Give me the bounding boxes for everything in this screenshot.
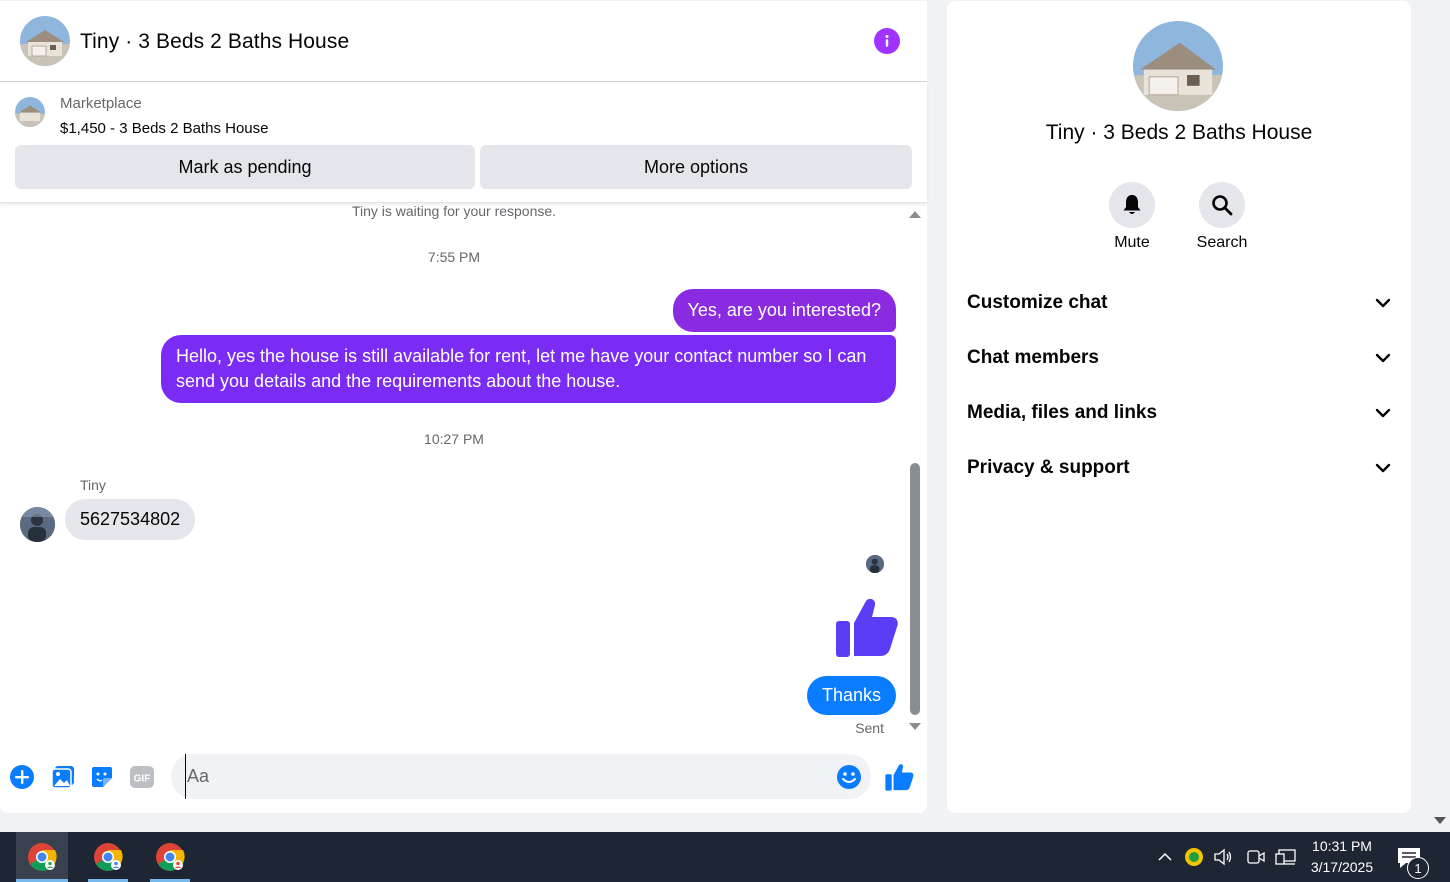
chevron-down-icon [1375, 463, 1391, 473]
section-media-files-links[interactable]: Media, files and links [957, 388, 1401, 438]
photo-icon[interactable] [50, 764, 76, 790]
sender-avatar[interactable] [20, 507, 55, 542]
taskbar-chrome-profile-2[interactable] [82, 832, 134, 882]
message-composer: GIF [0, 743, 927, 813]
details-title: Tiny · 3 Beds 2 Baths House [1045, 121, 1313, 144]
chevron-down-icon [1375, 353, 1391, 363]
seen-indicator-avatar [866, 555, 884, 573]
section-label: Chat members [967, 347, 1099, 368]
marketplace-bar: Marketplace $1,450 - 3 Beds 2 Baths Hous… [0, 83, 927, 203]
windows-taskbar: 10:31 PM 3/17/2025 1 [0, 832, 1450, 882]
listing-avatar[interactable] [20, 16, 70, 66]
section-chat-members[interactable]: Chat members [957, 333, 1401, 383]
mute-label: Mute [1114, 234, 1150, 251]
plus-icon[interactable] [9, 764, 35, 790]
mark-as-pending-button[interactable]: Mark as pending [15, 145, 475, 189]
outgoing-message[interactable]: Hello, yes the house is still available … [161, 335, 896, 403]
info-button[interactable] [874, 28, 900, 54]
chrome-icon [94, 843, 123, 871]
sent-status: Sent [855, 720, 884, 736]
network-icon[interactable] [1273, 832, 1299, 882]
sticker-icon[interactable] [89, 764, 115, 790]
chat-header: Tiny · 3 Beds 2 Baths House [0, 1, 927, 82]
chrome-icon [28, 843, 57, 871]
section-label: Privacy & support [967, 457, 1130, 478]
details-avatar[interactable] [1133, 21, 1223, 111]
svg-text:GIF: GIF [134, 774, 151, 785]
thumbs-up-message[interactable] [833, 595, 899, 659]
tray-overflow-chevron[interactable] [1154, 832, 1176, 882]
send-thumbs-up-icon[interactable] [884, 762, 914, 792]
chrome-icon [156, 843, 185, 871]
section-label: Media, files and links [967, 402, 1158, 423]
message-timestamp: 7:55 PM [427, 249, 481, 265]
outgoing-message[interactable]: Yes, are you interested? [672, 289, 896, 332]
listing-thumbnail[interactable] [15, 97, 45, 127]
listing-title[interactable]: $1,450 - 3 Beds 2 Baths House [60, 120, 268, 137]
page-scroll-down-arrow[interactable] [1434, 817, 1446, 824]
section-privacy-support[interactable]: Privacy & support [957, 443, 1401, 493]
section-customize-chat[interactable]: Customize chat [957, 278, 1401, 328]
waiting-notice: Tiny is waiting for your response. [351, 203, 557, 219]
scroll-down-arrow[interactable] [909, 723, 921, 730]
message-input-wrapper [171, 754, 871, 799]
thumbs-up-icon [836, 598, 898, 657]
status-app-icon [1185, 848, 1203, 866]
chevron-down-icon [1375, 408, 1391, 418]
more-options-button[interactable]: More options [480, 145, 912, 189]
search-label: Search [1196, 234, 1248, 251]
bell-icon [1123, 195, 1141, 214]
scroll-up-arrow[interactable] [909, 211, 921, 218]
gif-icon[interactable]: GIF [129, 764, 155, 790]
tray-app-icon[interactable] [1183, 832, 1205, 882]
chevron-up-icon [1158, 852, 1172, 861]
incoming-message[interactable]: 5627534802 [65, 499, 196, 540]
mute-button[interactable]: Mute [1102, 182, 1162, 252]
message-list[interactable]: Tiny is waiting for your response. 7:55 … [0, 203, 927, 743]
conversation-details-panel: Tiny · 3 Beds 2 Baths House Mute Search … [947, 1, 1411, 813]
message-timestamp: 10:27 PM [424, 431, 484, 447]
emoji-icon[interactable] [836, 764, 862, 790]
volume-icon[interactable] [1212, 832, 1234, 882]
search-icon [1212, 195, 1233, 216]
notification-badge: 1 [1407, 857, 1429, 879]
clock-date: 3/17/2025 [1310, 859, 1374, 875]
marketplace-label: Marketplace [60, 95, 142, 112]
chat-title[interactable]: Tiny · 3 Beds 2 Baths House [80, 30, 349, 54]
search-button[interactable]: Search [1192, 182, 1252, 252]
meet-now-icon[interactable] [1245, 832, 1267, 882]
info-icon [885, 35, 889, 47]
taskbar-chrome-profile-1[interactable] [16, 832, 68, 882]
chevron-down-icon [1375, 298, 1391, 308]
taskbar-clock[interactable]: 10:31 PM 3/17/2025 [1300, 836, 1384, 878]
message-input[interactable] [185, 754, 825, 799]
sender-name: Tiny [80, 477, 106, 493]
clock-time: 10:31 PM [1312, 838, 1372, 854]
section-label: Customize chat [967, 292, 1108, 313]
taskbar-chrome-profile-3[interactable] [144, 832, 196, 882]
scrollbar-thumb[interactable] [910, 463, 920, 715]
outgoing-message[interactable]: Thanks [806, 676, 896, 715]
chat-panel: Tiny · 3 Beds 2 Baths House Marketplace … [0, 1, 927, 813]
